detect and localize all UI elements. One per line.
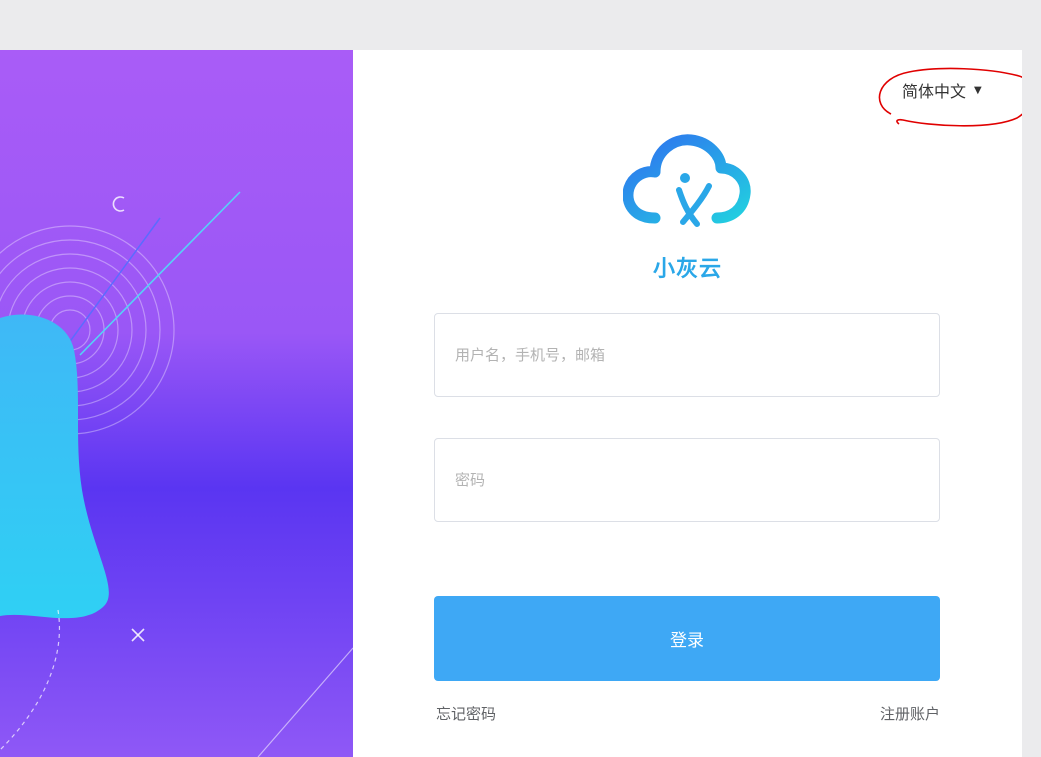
hero-illustration	[0, 50, 353, 757]
username-input[interactable]	[434, 313, 940, 397]
forgot-password-link[interactable]: 忘记密码	[436, 703, 496, 724]
login-panel: 简体中文 ▼ 小灰云 登录 忘记密码 注册账户	[353, 50, 1022, 757]
register-link[interactable]: 注册账户	[880, 703, 940, 724]
login-button[interactable]: 登录	[434, 596, 940, 681]
cross-icon	[131, 628, 145, 642]
cloud-logo-icon	[623, 134, 751, 227]
brand-name: 小灰云	[652, 257, 722, 282]
hero-graphic	[0, 191, 353, 757]
login-page: 简体中文 ▼ 小灰云 登录 忘记密码 注册账户	[0, 50, 1022, 757]
caret-down-icon: ▼	[974, 84, 982, 96]
language-label: 简体中文	[902, 82, 967, 101]
language-selector[interactable]: 简体中文 ▼	[902, 78, 982, 102]
circle-icon	[112, 196, 125, 212]
password-input[interactable]	[434, 438, 940, 522]
